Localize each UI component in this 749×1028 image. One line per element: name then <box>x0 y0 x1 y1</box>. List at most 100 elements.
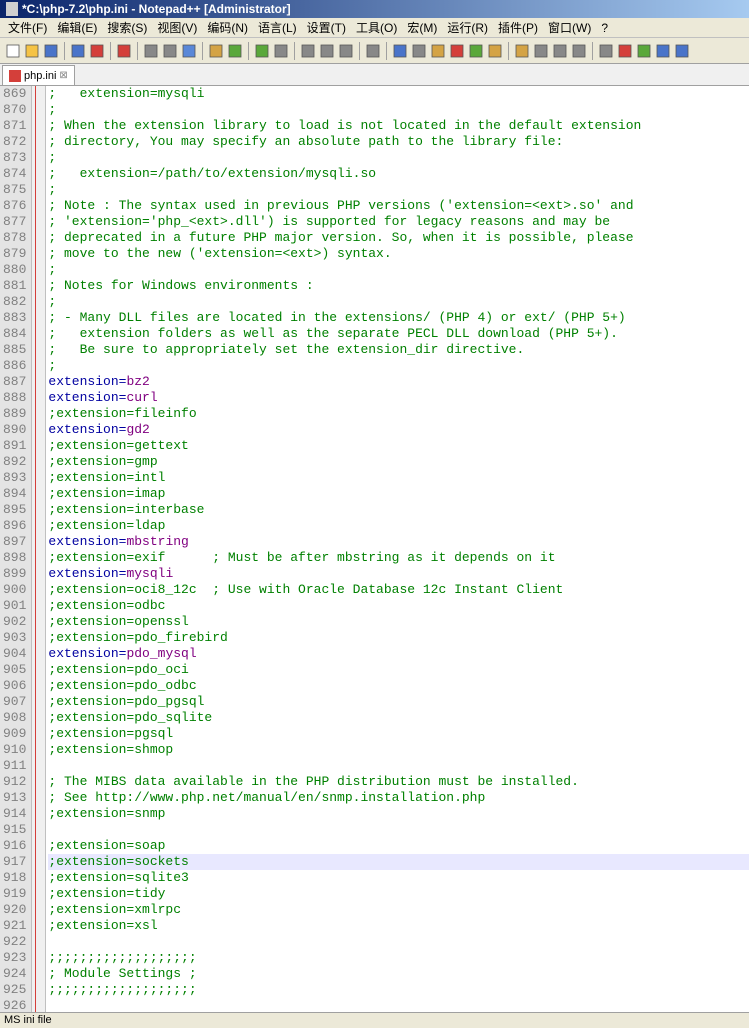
code-line[interactable]: ; - Many DLL files are located in the ex… <box>48 310 749 326</box>
menu-item[interactable]: 插件(P) <box>494 17 542 38</box>
code-line[interactable]: ;extension=interbase <box>48 502 749 518</box>
menu-item[interactable]: 搜索(S) <box>103 17 151 38</box>
code-line[interactable]: ; directory, You may specify an absolute… <box>48 134 749 150</box>
replace-icon[interactable] <box>299 42 317 60</box>
menu-item[interactable]: 工具(O) <box>352 17 401 38</box>
code-line[interactable]: ;extension=xmlrpc <box>48 902 749 918</box>
save-icon[interactable] <box>42 42 60 60</box>
play-icon[interactable] <box>635 42 653 60</box>
code-line[interactable]: ;extension=snmp <box>48 806 749 822</box>
code-line[interactable]: ;extension=ldap <box>48 518 749 534</box>
menu-item[interactable]: 编码(N) <box>203 17 252 38</box>
menu-item[interactable]: 宏(M) <box>403 17 441 38</box>
code-line[interactable]: ; extension folders as well as the separ… <box>48 326 749 342</box>
sync-icon[interactable] <box>364 42 382 60</box>
tab-close-icon[interactable]: ⊠ <box>59 70 67 81</box>
code-line[interactable]: ;extension=pdo_oci <box>48 662 749 678</box>
monitor-icon[interactable] <box>597 42 615 60</box>
paste-icon[interactable] <box>207 42 225 60</box>
menu-item[interactable]: 视图(V) <box>153 17 201 38</box>
zoom-out-icon[interactable] <box>337 42 355 60</box>
code-line[interactable]: ;extension=shmop <box>48 742 749 758</box>
func-list-icon[interactable] <box>532 42 550 60</box>
close-icon[interactable] <box>88 42 106 60</box>
menu-item[interactable]: 文件(F) <box>4 17 51 38</box>
code-line[interactable]: ;extension=pdo_pgsql <box>48 694 749 710</box>
code-line[interactable]: ;extension=pdo_odbc <box>48 678 749 694</box>
uncomments-icon[interactable] <box>513 42 531 60</box>
indent-guide-icon[interactable] <box>429 42 447 60</box>
code-line[interactable]: ;extension=sockets <box>48 854 749 870</box>
code-line[interactable]: ;extension=gettext <box>48 438 749 454</box>
zoom-in-icon[interactable] <box>318 42 336 60</box>
code-line[interactable]: ;;;;;;;;;;;;;;;;;;; <box>48 982 749 998</box>
code-line[interactable]: ; <box>48 150 749 166</box>
code-line[interactable] <box>48 934 749 950</box>
folding-icon[interactable] <box>467 42 485 60</box>
word-wrap-icon[interactable] <box>391 42 409 60</box>
menu-item[interactable]: ? <box>597 19 612 37</box>
stop-icon[interactable] <box>654 42 672 60</box>
redo-icon[interactable] <box>253 42 271 60</box>
code-line[interactable]: extension=pdo_mysql <box>48 646 749 662</box>
lang-icon[interactable] <box>448 42 466 60</box>
code-line[interactable]: ;extension=fileinfo <box>48 406 749 422</box>
menu-item[interactable]: 编辑(E) <box>53 17 101 38</box>
code-line[interactable]: ; Note : The syntax used in previous PHP… <box>48 198 749 214</box>
menu-item[interactable]: 语言(L) <box>254 17 301 38</box>
code-line[interactable]: ; Be sure to appropriately set the exten… <box>48 342 749 358</box>
code-line[interactable] <box>48 822 749 838</box>
code-area[interactable]: ; extension=mysqli;; When the extension … <box>46 86 749 1012</box>
code-line[interactable]: ; 'extension='php_<ext>.dll') is support… <box>48 214 749 230</box>
tab-php-ini[interactable]: php.ini ⊠ <box>2 65 75 85</box>
menu-item[interactable]: 运行(R) <box>443 17 492 38</box>
editor[interactable]: 8698708718728738748758768778788798808818… <box>0 86 749 1012</box>
cut-icon[interactable] <box>161 42 179 60</box>
comments-icon[interactable] <box>486 42 504 60</box>
save-all-icon[interactable] <box>69 42 87 60</box>
copy-icon[interactable] <box>180 42 198 60</box>
code-line[interactable] <box>48 758 749 774</box>
code-line[interactable]: ; <box>48 102 749 118</box>
code-line[interactable]: ;extension=openssl <box>48 614 749 630</box>
code-line[interactable]: ;extension=odbc <box>48 598 749 614</box>
record-icon[interactable] <box>616 42 634 60</box>
code-line[interactable]: ; deprecated in a future PHP major versi… <box>48 230 749 246</box>
code-line[interactable]: extension=mysqli <box>48 566 749 582</box>
code-line[interactable]: ;extension=pdo_firebird <box>48 630 749 646</box>
code-line[interactable]: ;extension=gmp <box>48 454 749 470</box>
code-line[interactable]: ;extension=tidy <box>48 886 749 902</box>
code-line[interactable]: ; Notes for Windows environments : <box>48 278 749 294</box>
whitespace-icon[interactable] <box>410 42 428 60</box>
playback-icon[interactable] <box>673 42 691 60</box>
code-line[interactable]: ;extension=oci8_12c ; Use with Oracle Da… <box>48 582 749 598</box>
doc-map-icon[interactable] <box>570 42 588 60</box>
code-line[interactable]: ;extension=intl <box>48 470 749 486</box>
print-icon[interactable] <box>142 42 160 60</box>
code-line[interactable]: ;extension=pgsql <box>48 726 749 742</box>
code-line[interactable]: ;extension=soap <box>48 838 749 854</box>
code-line[interactable]: ;extension=sqlite3 <box>48 870 749 886</box>
code-line[interactable]: extension=gd2 <box>48 422 749 438</box>
find-icon[interactable] <box>272 42 290 60</box>
code-line[interactable]: ; <box>48 262 749 278</box>
code-line[interactable]: extension=mbstring <box>48 534 749 550</box>
code-line[interactable]: ;extension=xsl <box>48 918 749 934</box>
code-line[interactable]: ; <box>48 294 749 310</box>
code-line[interactable]: ; See http://www.php.net/manual/en/snmp.… <box>48 790 749 806</box>
new-icon[interactable] <box>4 42 22 60</box>
code-line[interactable]: ; extension=/path/to/extension/mysqli.so <box>48 166 749 182</box>
folder-icon[interactable] <box>551 42 569 60</box>
code-line[interactable]: ; move to the new ('extension=<ext>) syn… <box>48 246 749 262</box>
code-line[interactable] <box>48 998 749 1012</box>
code-line[interactable]: ;;;;;;;;;;;;;;;;;;; <box>48 950 749 966</box>
code-line[interactable]: ; When the extension library to load is … <box>48 118 749 134</box>
open-icon[interactable] <box>23 42 41 60</box>
code-line[interactable]: ; extension=mysqli <box>48 86 749 102</box>
code-line[interactable]: ;extension=pdo_sqlite <box>48 710 749 726</box>
code-line[interactable]: ; <box>48 358 749 374</box>
code-line[interactable]: ;extension=exif ; Must be after mbstring… <box>48 550 749 566</box>
code-line[interactable]: ; Module Settings ; <box>48 966 749 982</box>
close-all-icon[interactable] <box>115 42 133 60</box>
undo-icon[interactable] <box>226 42 244 60</box>
